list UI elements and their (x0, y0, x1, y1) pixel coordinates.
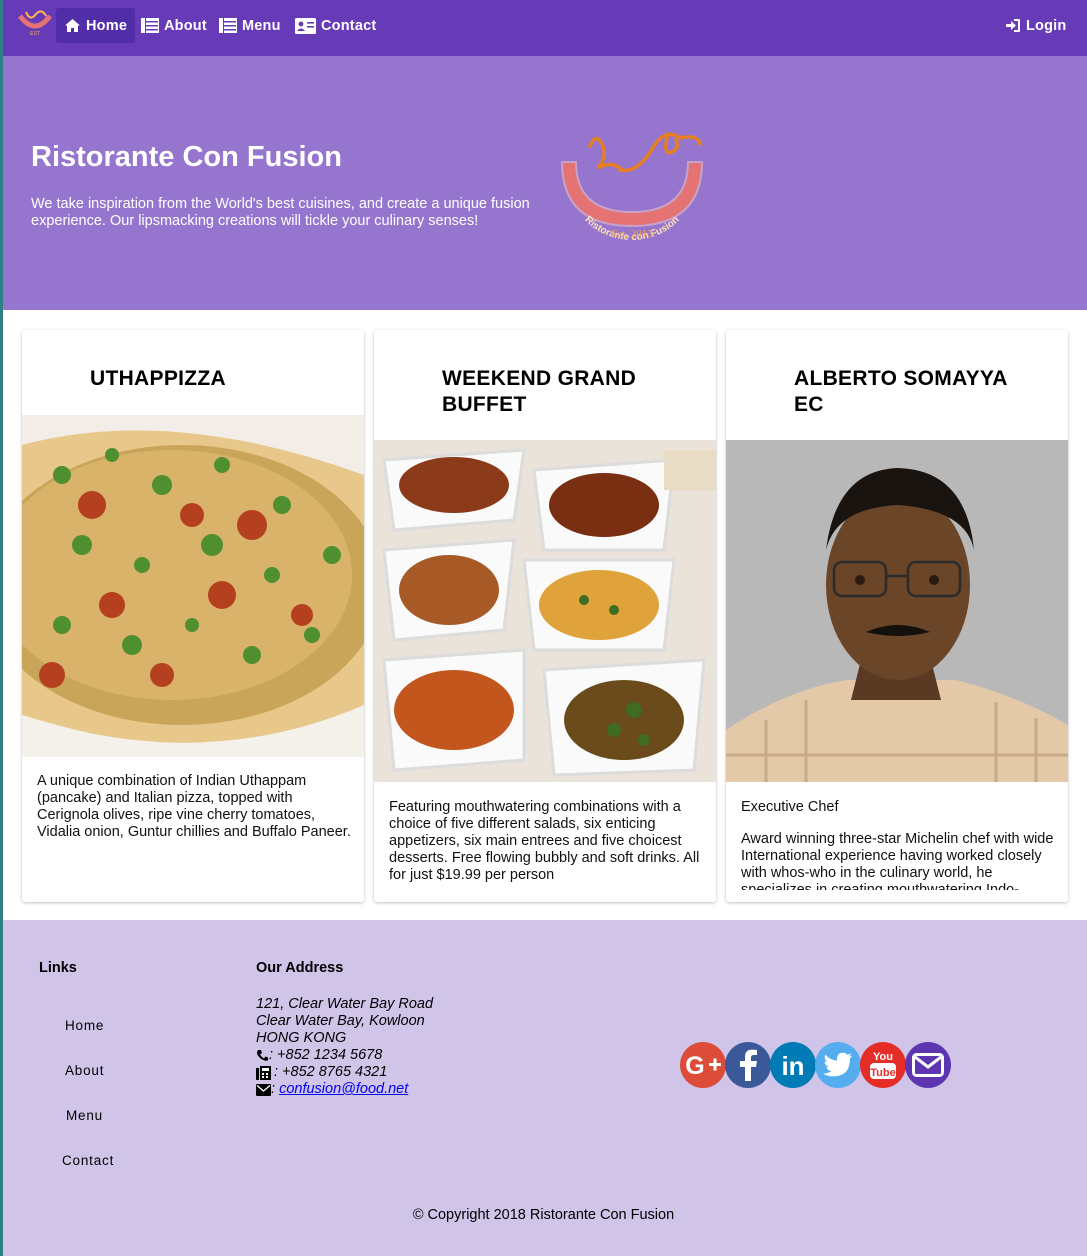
sign-in-icon (1006, 19, 1020, 32)
fax-row: : +852 8765 4321 (256, 1064, 433, 1081)
linkedin-button[interactable]: in (770, 1042, 816, 1088)
fax-icon (256, 1065, 271, 1080)
logo-est-text: Est. 2013 (611, 228, 653, 240)
phone-number: : +852 1234 5678 (269, 1047, 383, 1063)
card-title: UTHAPPIZZA (90, 367, 226, 390)
google-plus-button[interactable]: G (680, 1042, 726, 1088)
brand-logo-icon[interactable]: EST (16, 6, 54, 38)
card-title: ALBERTO SOMAYYA EC (794, 367, 1007, 416)
twitter-button[interactable] (815, 1042, 861, 1088)
nav-menu-label: Menu (242, 17, 281, 34)
footer-link-home[interactable]: Home (65, 1018, 104, 1033)
restaurant-logo: Ristorante con Fusion Est. 2013 (560, 132, 704, 241)
nav-home-label: Home (86, 17, 128, 34)
youtube-button[interactable]: You Tube (860, 1042, 906, 1088)
dish-image (22, 415, 364, 757)
envelope-icon (256, 1083, 271, 1096)
address-card-icon (295, 17, 316, 34)
nav-about[interactable]: About (141, 8, 207, 43)
footer-link-contact[interactable]: Contact (62, 1153, 114, 1168)
facebook-icon (740, 1049, 757, 1081)
links-heading: Links (39, 960, 77, 976)
address-heading: Our Address (256, 960, 344, 976)
home-icon (65, 19, 80, 32)
mail-icon (912, 1053, 944, 1077)
address-line: HONG KONG (256, 1030, 347, 1046)
window-edge (0, 0, 3, 1256)
svg-text:EST: EST (30, 31, 40, 37)
chef-designation: Executive Chef (741, 799, 839, 815)
phone-icon (257, 1050, 268, 1061)
login-button[interactable]: Login (1005, 8, 1066, 43)
list-icon (219, 18, 237, 33)
mail-button[interactable] (905, 1042, 951, 1088)
footer-link-about[interactable]: About (65, 1063, 104, 1078)
login-label: Login (1026, 17, 1067, 34)
nav-menu[interactable]: Menu (219, 8, 281, 43)
facebook-button[interactable] (725, 1042, 771, 1088)
fax-number: : +852 8765 4321 (274, 1064, 388, 1080)
card-leader: ALBERTO SOMAYYA EC Executive Chef Award … (726, 330, 1068, 902)
email-link[interactable]: confusion@food.net (279, 1081, 408, 1098)
address-line: 121, Clear Water Bay Road (256, 996, 434, 1012)
navbar: EST Home About Menu Contact Login (0, 0, 1087, 56)
svg-text:Tube: Tube (870, 1067, 895, 1079)
linkedin-icon: in (781, 1051, 804, 1080)
email-prefix: : (271, 1081, 280, 1097)
nav-contact[interactable]: Contact (295, 8, 376, 43)
card-description: Award winning three-star Michelin chef w… (741, 831, 1054, 890)
card-description: A unique combination of Indian Uthappam … (37, 773, 351, 840)
phone-row: : +852 1234 5678 (256, 1047, 433, 1064)
svg-text:in: in (781, 1051, 804, 1080)
buffet-image (374, 440, 716, 782)
footer-link-menu[interactable]: Menu (66, 1108, 103, 1123)
card-promotion: WEEKEND GRAND BUFFET Featuring mouthwate… (374, 330, 716, 902)
chef-photo (726, 440, 1068, 782)
footer: Links Home About Menu Contact Our Addres… (0, 920, 1087, 1256)
youtube-icon: You Tube (870, 1051, 896, 1079)
nav-home[interactable]: Home (56, 8, 136, 43)
address-block: 121, Clear Water Bay Road Clear Water Ba… (256, 996, 433, 1098)
address-line: Clear Water Bay, Kowloon (256, 1013, 425, 1029)
email-row: : confusion@food.net (256, 1081, 433, 1098)
card-description: Featuring mouthwatering combinations wit… (389, 799, 700, 883)
svg-text:G: G (685, 1052, 704, 1080)
restaurant-title: Ristorante Con Fusion (31, 141, 342, 173)
restaurant-tagline: We take inspiration from the World's bes… (31, 196, 530, 229)
card-title: WEEKEND GRAND BUFFET (442, 367, 637, 416)
twitter-icon (823, 1052, 852, 1077)
svg-text:You: You (873, 1051, 893, 1063)
google-plus-icon: G (685, 1052, 721, 1080)
list-icon (141, 18, 159, 33)
nav-about-label: About (164, 17, 207, 34)
nav-contact-label: Contact (321, 17, 377, 34)
jumbotron: Ristorante Con Fusion We take inspiratio… (0, 56, 1087, 310)
card-dish: UTHAPPIZZA A unique combination of India… (22, 330, 364, 902)
copyright-text: © Copyright 2018 Ristorante Con Fusion (412, 1207, 675, 1223)
